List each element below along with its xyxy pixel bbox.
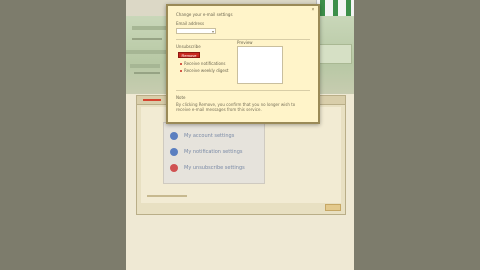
frame-footer-text bbox=[147, 195, 187, 197]
option-text: Receive notifications bbox=[184, 61, 226, 66]
person-icon bbox=[170, 132, 178, 140]
dimmed-text bbox=[132, 38, 162, 40]
settings-dialog: × Change your e-mail settings Email addr… bbox=[166, 4, 320, 124]
menu-item-account[interactable]: My account settings bbox=[170, 131, 260, 141]
menu-item-label: My account settings bbox=[184, 133, 235, 139]
menu-item-unsubscribe[interactable]: My unsubscribe settings bbox=[170, 163, 260, 173]
preview-label: Preview bbox=[237, 40, 253, 45]
settings-menu: My account settings My notification sett… bbox=[163, 122, 265, 184]
option-text: Receive weekly digest bbox=[184, 68, 229, 73]
mail-icon bbox=[170, 148, 178, 156]
menu-item-label: My notification settings bbox=[184, 149, 243, 155]
map-band bbox=[126, 50, 166, 54]
email-label: Email address bbox=[176, 21, 205, 26]
map-band bbox=[130, 64, 160, 68]
section-label: Unsubscribe bbox=[176, 44, 201, 49]
close-icon[interactable]: × bbox=[310, 7, 316, 13]
bullet-icon bbox=[180, 70, 182, 72]
acknowledgement-text: By clicking Remove, you confirm that you… bbox=[176, 102, 296, 112]
email-select[interactable]: ▾ bbox=[176, 28, 216, 34]
bullet-icon bbox=[180, 63, 182, 65]
map-band bbox=[132, 26, 166, 30]
next-icon[interactable] bbox=[325, 204, 341, 211]
divider bbox=[176, 90, 310, 91]
preview-box bbox=[237, 46, 283, 84]
dialog-title: Change your e-mail settings bbox=[176, 12, 233, 17]
stop-icon bbox=[170, 164, 178, 172]
note-label: Note bbox=[176, 95, 186, 100]
dimmed-text bbox=[134, 72, 160, 74]
frame-title bbox=[143, 99, 161, 101]
menu-item-notifications[interactable]: My notification settings bbox=[170, 147, 260, 157]
chevron-down-icon: ▾ bbox=[211, 29, 214, 34]
remove-button[interactable]: Remove bbox=[178, 52, 200, 58]
side-panel bbox=[316, 44, 352, 64]
menu-item-label: My unsubscribe settings bbox=[184, 165, 245, 171]
